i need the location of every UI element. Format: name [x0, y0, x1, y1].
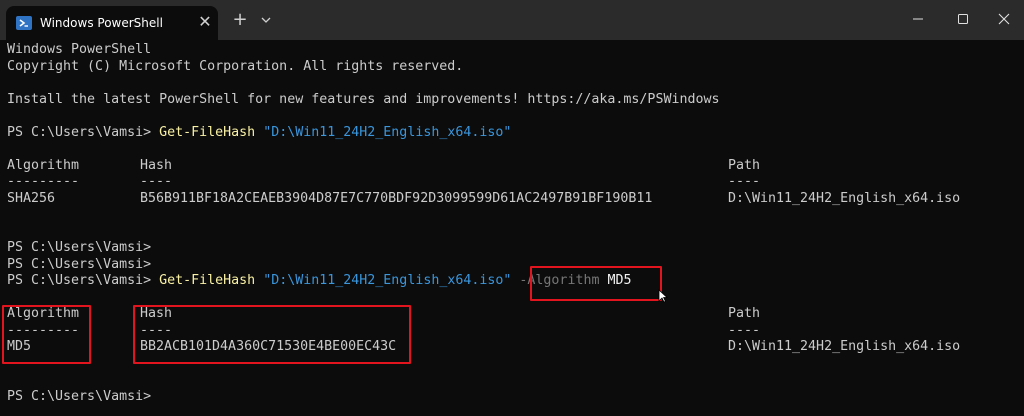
column-header-path: Path [728, 157, 761, 173]
result-row: SHA256 B56B911BF18A2CEAEB3904D87E7C770BD… [7, 191, 1017, 208]
command-argument: "D:\Win11_24H2_English_x64.iso" [263, 124, 512, 140]
path-value: D:\Win11_24H2_English_x64.iso [728, 339, 961, 354]
highlight-algorithm-parameter [530, 266, 662, 301]
install-hint-line: Install the latest PowerShell for new fe… [7, 91, 720, 107]
algorithm-value: SHA256 [7, 190, 56, 206]
close-icon[interactable]: ✕ [196, 13, 214, 31]
column-header-hash: Hash [140, 157, 173, 173]
command-line: PS C:\Users\Vamsi> Get-FileHash "D:\Win1… [7, 125, 1017, 142]
command-argument: "D:\Win11_24H2_English_x64.iso" [263, 273, 512, 288]
highlight-algorithm-column [2, 305, 91, 364]
powershell-icon [16, 16, 32, 30]
result-underline-row: --------- ---- ---- [7, 174, 1017, 191]
close-window-icon[interactable] [992, 8, 1016, 30]
hash-value: B56B911BF18A2CEAEB3904D87E7C770BDF92D309… [140, 190, 653, 206]
maximize-icon[interactable] [951, 8, 975, 30]
highlight-hash-column [133, 305, 411, 364]
prompt: PS C:\Users\Vamsi> [7, 273, 152, 288]
command-line: PS C:\Users\Vamsi> [7, 257, 1017, 274]
result-header-row: Algorithm Hash Path [7, 158, 1017, 175]
command-name: Get-FileHash [159, 273, 256, 288]
minimize-icon[interactable] [906, 8, 930, 30]
copyright-line: Copyright (C) Microsoft Corporation. All… [7, 58, 464, 74]
tab-windows-powershell[interactable]: Windows PowerShell ✕ [6, 6, 218, 40]
banner-line: Windows PowerShell [7, 42, 152, 57]
prompt: PS C:\Users\Vamsi> [7, 124, 152, 140]
title-bar: Windows PowerShell ✕ + [0, 0, 1024, 40]
command-line: PS C:\Users\Vamsi> [7, 389, 1017, 406]
cursor-icon [658, 289, 668, 303]
prompt: PS C:\Users\Vamsi> [7, 256, 152, 272]
command-line: PS C:\Users\Vamsi> [7, 240, 1017, 257]
command-line: PS C:\Users\Vamsi> Get-FileHash "D:\Win1… [7, 273, 1017, 290]
underline: ---- [140, 174, 173, 189]
command-name: Get-FileHash [159, 124, 256, 140]
underline: ---- [728, 322, 761, 338]
underline: ---- [728, 174, 761, 189]
tab-title: Windows PowerShell [40, 16, 163, 30]
path-value: D:\Win11_24H2_English_x64.iso [728, 190, 961, 206]
plus-icon[interactable]: + [230, 10, 250, 30]
column-header-path: Path [728, 306, 761, 321]
column-header-algorithm: Algorithm [7, 157, 80, 173]
underline: --------- [7, 174, 80, 189]
chevron-down-icon[interactable] [258, 12, 274, 28]
